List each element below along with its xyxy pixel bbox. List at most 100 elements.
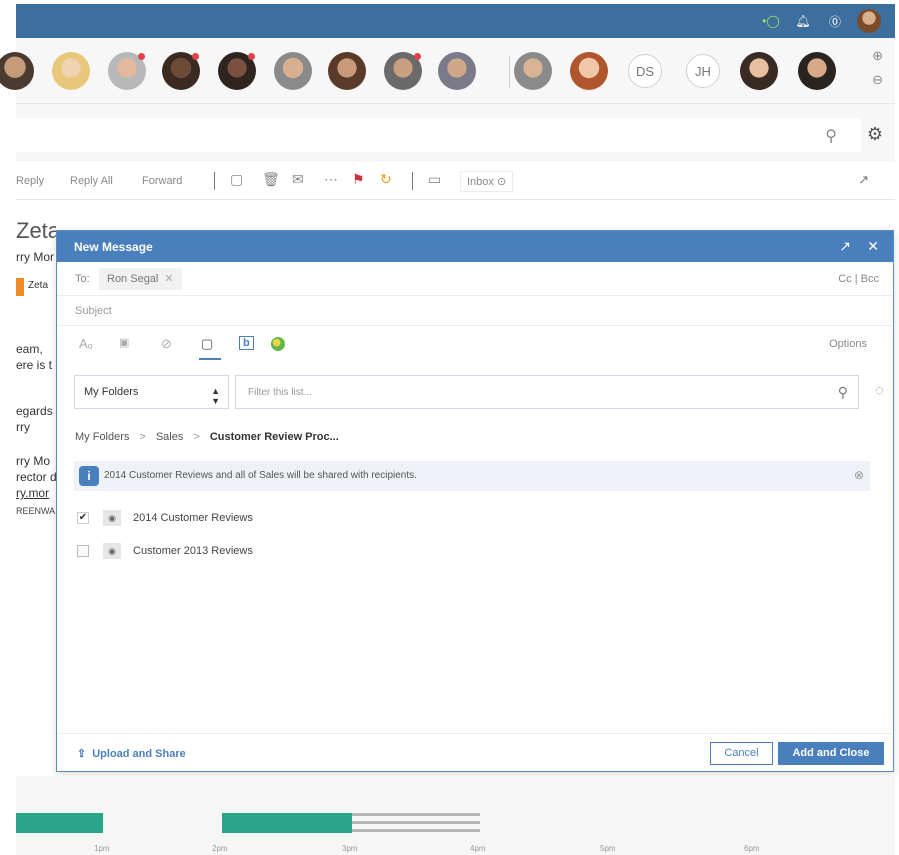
close-banner-icon[interactable]: ⊗ [854,468,864,482]
avatar[interactable] [0,52,34,90]
timeline-event[interactable] [222,813,352,833]
more-icon[interactable]: ⋯ [324,171,338,188]
timeline-event[interactable] [352,829,480,832]
inbox-dropdown[interactable]: Inbox ⊙ [460,171,514,192]
avatar[interactable] [52,52,90,90]
avatar[interactable] [384,52,422,90]
active-indicator [199,358,221,360]
info-icon: i [79,466,99,486]
refresh-color-icon[interactable]: ↻ [380,171,392,188]
recipient-name: Ron Segal [107,273,159,285]
timeline-event[interactable] [352,813,480,816]
time-tick: 4pm [470,844,486,853]
expand-icon[interactable]: ↗ [858,172,869,188]
reply-all-button[interactable]: Reply All [70,175,113,187]
trash-icon[interactable]: 🗑︎ [262,171,280,188]
link-icon[interactable]: ⊘ [161,336,172,352]
folder-share-icon: ◉ [103,543,121,559]
flag-icon[interactable]: ⚑ [352,171,365,188]
avatar[interactable] [328,52,366,90]
files-icon[interactable]: ▢ [201,336,213,352]
user-avatar[interactable] [857,9,881,33]
divider [509,56,510,88]
text-format-icon[interactable]: Aₒ [79,336,93,351]
add-close-button[interactable]: Add and Close [778,742,884,765]
time-tick: 3pm [342,844,358,853]
subject-field[interactable]: Subject [57,296,893,326]
filter-row: My Folders ▲ ▼ Filter this list... ⚲ ◌ [74,375,884,409]
divider [412,172,413,190]
box-icon[interactable]: b [239,336,254,350]
gear-icon[interactable]: ⚙ [867,124,883,145]
info-banner: i 2014 Customer Reviews and all of Sales… [74,461,870,491]
close-icon[interactable]: ✕ [867,238,879,255]
avatar[interactable] [798,52,836,90]
avatar-initials[interactable]: DS [628,54,662,88]
checkbox[interactable]: ✔ [77,512,89,524]
image-icon[interactable]: ▣ [119,336,129,349]
breadcrumb-item[interactable]: Sales [156,431,184,443]
zoom-out-icon[interactable]: ⊖ [872,72,883,88]
bell-icon[interactable]: 🔔︎ [793,14,813,28]
upload-share-button[interactable]: ⇪ Upload and Share [77,747,186,760]
time-tick: 5pm [600,844,616,853]
zoom-in-icon[interactable]: ⊕ [872,48,883,64]
email-text: rry [16,420,30,434]
divider [214,172,215,190]
email-sender: rry Mor [16,250,54,264]
time-tick: 1pm [94,844,110,853]
options-link[interactable]: Options [829,338,867,350]
email-text: ere is t [16,358,53,372]
avatar[interactable] [438,52,476,90]
status-icon[interactable]: •◯ [761,14,781,28]
avatar[interactable] [740,52,778,90]
avatar[interactable] [108,52,146,90]
select-caret-icon: ▲ ▼ [211,386,220,406]
expand-icon[interactable]: ↗ [839,238,851,255]
search-row: ⚲ ⚙ [16,104,895,162]
top-bar: •◯ 🔔︎ ⓪ [16,4,895,38]
chevron-down-icon: ⊙ [496,176,507,188]
folder-select[interactable]: My Folders ▲ ▼ [74,375,229,409]
recipient-chip[interactable]: Ron Segal ✕ [99,268,182,290]
folder-select-value: My Folders [84,386,139,398]
mail-toolbar: Reply Reply All Forward ▢ 🗑︎ ✉ ⋯ ⚑ ↻ ▭ I… [16,162,895,200]
remove-icon[interactable]: ✕ [164,273,173,285]
search-icon[interactable]: ⚲ [825,126,837,146]
breadcrumb: My Folders > Sales > Customer Review Proc... [75,431,339,443]
cancel-button[interactable]: Cancel [710,742,773,765]
avatar[interactable] [570,52,608,90]
timeline-event[interactable] [352,821,480,824]
avatar[interactable] [514,52,552,90]
avatar-initials[interactable]: JH [686,54,720,88]
avatar[interactable] [218,52,256,90]
refresh-icon[interactable]: ◌ [875,382,884,399]
forward-button[interactable]: Forward [142,175,182,187]
dialog-header: New Message ↗ ✕ [57,231,893,262]
search-input[interactable] [16,118,861,152]
timeline-event[interactable] [16,813,103,833]
envelope-open-icon[interactable]: ✉ [292,171,304,188]
checkbox[interactable] [77,545,89,557]
filter-placeholder: Filter this list... [248,387,312,398]
help-icon[interactable]: ⓪ [825,13,845,30]
search-icon[interactable]: ⚲ [838,384,848,401]
breadcrumb-item[interactable]: My Folders [75,431,129,443]
cc-bcc-link[interactable]: Cc | Bcc [838,273,879,285]
people-bar: DS JH ⊕ ⊖ [0,38,895,104]
dialog-title: New Message [74,240,153,254]
upload-icon: ⇪ [77,748,87,760]
avatar[interactable] [162,52,200,90]
attachment-toolbar: Aₒ ▣ ⊘ ▢ b Options [57,326,893,364]
email-subject: ZetaWare Board of Directors Meeting Revi… [16,218,56,243]
app-icon[interactable] [271,337,285,351]
new-message-dialog: New Message ↗ ✕ To: Ron Segal ✕ Cc | Bcc … [56,230,894,772]
time-tick: 2pm [212,844,228,853]
folder-icon[interactable]: ▭ [428,171,441,188]
item-name: Customer 2013 Reviews [133,545,253,557]
filter-input[interactable]: Filter this list... ⚲ [235,375,859,409]
email-link[interactable]: ry.mor [16,486,49,500]
clipboard-icon[interactable]: ▢ [230,171,243,188]
avatar[interactable] [274,52,312,90]
reply-button[interactable]: Reply [16,175,44,187]
